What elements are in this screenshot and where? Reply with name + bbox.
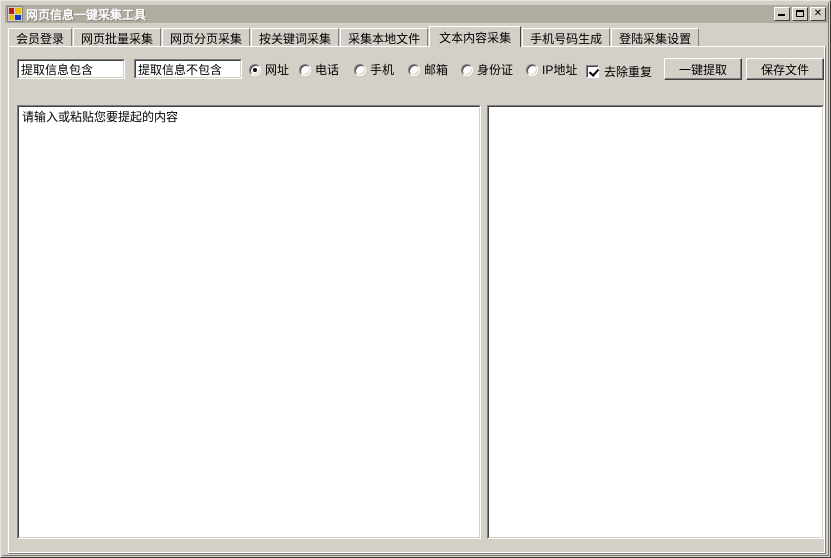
tab-text-content[interactable]: 文本内容采集: [429, 26, 522, 47]
tab-member-login[interactable]: 会员登录: [8, 28, 73, 47]
tab-page-text-content: 提取信息包含 提取信息不包含 网址 电话 手机 邮箱 身份证 IP地址 去除重复…: [8, 46, 826, 554]
radio-id-card[interactable]: 身份证: [461, 63, 513, 77]
tab-paged-collect[interactable]: 网页分页采集: [162, 28, 251, 47]
include-filter-value: 提取信息包含: [18, 60, 124, 78]
radio-indicator-icon: [299, 64, 311, 76]
tab-label: 登陆采集设置: [619, 31, 692, 46]
window-controls: ✕: [774, 7, 826, 21]
source-text-placeholder: 请输入或粘贴您要提起的内容: [22, 110, 179, 124]
tab-label: 网页分页采集: [170, 31, 243, 46]
tab-label: 会员登录: [16, 31, 65, 46]
window-title: 网页信息一键采集工具: [26, 7, 147, 22]
radio-indicator-icon: [354, 64, 366, 76]
tab-keyword-collect[interactable]: 按关键词采集: [251, 28, 340, 47]
application-window: 网页信息一键采集工具 ✕ 会员登录 网页批量采集 网页分页采集 按关键词采集 采…: [0, 0, 831, 558]
radio-label: 身份证: [477, 62, 514, 77]
radio-indicator-icon: [408, 64, 420, 76]
result-text-area[interactable]: [487, 105, 824, 539]
tab-label: 采集本地文件: [348, 31, 421, 46]
radio-indicator-icon: [526, 64, 538, 76]
extract-button-label: 一键提取: [678, 62, 727, 77]
checkbox-indicator-icon: [586, 65, 599, 78]
tab-label: 文本内容采集: [439, 30, 512, 45]
radio-label: 邮箱: [424, 62, 449, 77]
radio-url[interactable]: 网址: [249, 63, 289, 77]
tab-strip: 会员登录 网页批量采集 网页分页采集 按关键词采集 采集本地文件 文本内容采集 …: [8, 26, 826, 47]
app-icon: [7, 6, 23, 22]
source-text-area[interactable]: 请输入或粘贴您要提起的内容: [17, 105, 481, 539]
save-file-button-label: 保存文件: [760, 62, 809, 77]
radio-telephone[interactable]: 电话: [299, 63, 339, 77]
tab-page-inner: 提取信息包含 提取信息不包含 网址 电话 手机 邮箱 身份证 IP地址 去除重复…: [9, 47, 825, 553]
tab-label: 网页批量采集: [81, 31, 154, 46]
radio-indicator-icon: [461, 64, 473, 76]
minimize-button[interactable]: [774, 7, 790, 21]
radio-email[interactable]: 邮箱: [408, 63, 448, 77]
tab-local-files[interactable]: 采集本地文件: [340, 28, 429, 47]
dedupe-checkbox-label: 去除重复: [604, 65, 653, 79]
options-toolbar: 提取信息包含 提取信息不包含 网址 电话 手机 邮箱 身份证 IP地址 去除重复…: [9, 47, 824, 87]
window-client-area: 网页信息一键采集工具 ✕ 会员登录 网页批量采集 网页分页采集 按关键词采集 采…: [2, 2, 829, 556]
close-button[interactable]: ✕: [810, 7, 826, 21]
dedupe-checkbox[interactable]: 去除重复: [586, 63, 652, 80]
title-bar: 网页信息一键采集工具 ✕: [5, 5, 828, 23]
radio-label: 电话: [315, 62, 340, 77]
exclude-filter-input[interactable]: 提取信息不包含: [134, 59, 242, 79]
radio-indicator-icon: [249, 64, 261, 76]
extract-button[interactable]: 一键提取: [664, 58, 742, 80]
tab-label: 手机号码生成: [530, 31, 603, 46]
radio-label: 网址: [265, 62, 290, 77]
tab-batch-collect[interactable]: 网页批量采集: [73, 28, 162, 47]
tab-phone-generator[interactable]: 手机号码生成: [522, 28, 611, 47]
include-filter-input[interactable]: 提取信息包含: [17, 59, 125, 79]
source-text-area-inner[interactable]: 请输入或粘贴您要提起的内容: [18, 106, 480, 538]
maximize-button[interactable]: [792, 7, 808, 21]
radio-label: 手机: [370, 62, 395, 77]
save-file-button[interactable]: 保存文件: [746, 58, 824, 80]
tab-label: 按关键词采集: [259, 31, 332, 46]
tab-login-settings[interactable]: 登陆采集设置: [611, 28, 700, 47]
radio-mobile[interactable]: 手机: [354, 63, 394, 77]
radio-label: IP地址: [542, 62, 578, 77]
exclude-filter-value: 提取信息不包含: [135, 60, 241, 78]
close-icon: ✕: [813, 8, 823, 19]
result-text-area-inner[interactable]: [488, 106, 823, 538]
radio-ip-address[interactable]: IP地址: [526, 63, 577, 77]
